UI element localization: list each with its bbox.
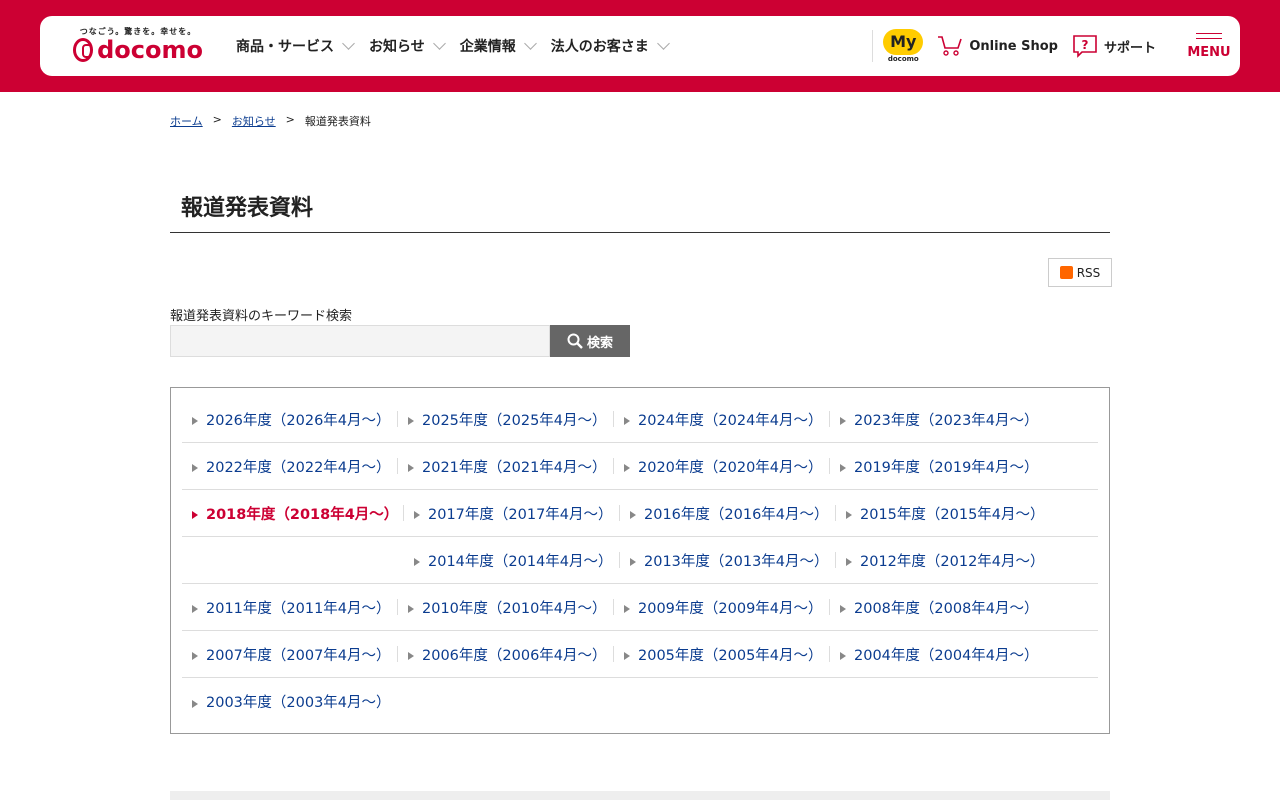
year-link[interactable]: 2010年度（2010年4月～） (398, 599, 614, 617)
rss-button[interactable]: RSS (1048, 258, 1112, 287)
cart-icon (938, 36, 963, 56)
year-link[interactable]: 2013年度（2013年4月～） (620, 552, 836, 570)
year-list: 2026年度（2026年4月～） 2025年度（2025年4月～） 2024年度（2… (170, 387, 1110, 734)
breadcrumb: ホーム > お知らせ > 報道発表資料 (170, 113, 371, 129)
year-row: 2026年度（2026年4月～） 2025年度（2025年4月～） 2024年度（2… (182, 396, 1098, 443)
year-row: 2022年度（2022年4月～） 2021年度（2021年4月～） 2020年度（2… (182, 443, 1098, 490)
year-link[interactable]: 2007年度（2007年4月～） (182, 646, 398, 664)
year-row: 2007年度（2007年4月～） 2006年度（2006年4月～） 2005年度（2… (182, 631, 1098, 678)
year-link[interactable]: 2014年度（2014年4月～） (404, 552, 620, 570)
year-link[interactable]: 2019年度（2019年4月～） (830, 458, 1046, 476)
chevron-down-icon (432, 37, 446, 50)
chevron-down-icon (523, 37, 537, 50)
nav-news[interactable]: お知らせ (369, 36, 446, 56)
chevron-down-icon (656, 37, 670, 50)
search-icon (567, 333, 583, 349)
search-input[interactable] (170, 325, 550, 357)
year-link[interactable]: 2005年度（2005年4月～） (614, 646, 830, 664)
year-link[interactable]: 2022年度（2022年4月～） (182, 458, 398, 476)
online-shop-link[interactable]: Online Shop (937, 35, 1058, 57)
year-link[interactable]: 2021年度（2021年4月～） (398, 458, 614, 476)
year-link[interactable]: 2011年度（2011年4月～） (182, 599, 398, 617)
year-link[interactable]: 2009年度（2009年4月～） (614, 599, 830, 617)
rss-icon (1059, 266, 1073, 279)
my-docomo-link[interactable]: My docomo (883, 29, 924, 63)
global-nav: 商品・サービス お知らせ 企業情報 法人のお客さま (236, 16, 670, 76)
breadcrumb-news[interactable]: お知らせ (232, 113, 276, 129)
year-link[interactable]: 2017年度（2017年4月～） (404, 505, 620, 523)
menu-button[interactable]: MENU (1178, 32, 1240, 60)
year-row: 2003年度（2003年4月～） (182, 678, 1098, 725)
docomo-ring-icon (73, 38, 94, 62)
page-title: 報道発表資料 (170, 190, 1110, 233)
year-row: 2011年度（2011年4月～） 2010年度（2010年4月～） 2009年度（2… (182, 584, 1098, 631)
chevron-down-icon (342, 37, 355, 50)
footer-band (170, 791, 1110, 800)
svg-text:?: ? (1082, 38, 1089, 52)
year-link[interactable]: 2012年度（2012年4月～） (836, 552, 1052, 570)
search-label: 報道発表資料のキーワード検索 (170, 309, 353, 324)
year-link[interactable]: 2004年度（2004年4月～） (830, 646, 1046, 664)
docomo-logo[interactable]: つなごう。驚きを。幸せを。 docomo (73, 26, 203, 63)
year-link[interactable]: 2025年度（2025年4月～） (398, 411, 614, 429)
year-row: 2014年度（2014年4月～） 2013年度（2013年4月～） 2012年度（2… (182, 537, 1098, 584)
nav-corporate[interactable]: 企業情報 (460, 36, 537, 56)
site-header: つなごう。驚きを。幸せを。 docomo 商品・サービス お知らせ 企業情報 法… (0, 0, 1280, 92)
year-link[interactable]: 2006年度（2006年4月～） (398, 646, 614, 664)
divider (872, 30, 874, 62)
breadcrumb-current: 報道発表資料 (304, 115, 371, 128)
year-link[interactable]: 2024年度（2024年4月～） (614, 411, 830, 429)
help-icon: ? (1073, 35, 1097, 58)
year-link[interactable]: 2003年度（2003年4月～） (182, 694, 398, 711)
year-link[interactable]: 2023年度（2023年4月～） (830, 411, 1046, 429)
nav-business[interactable]: 法人のお客さま (551, 36, 670, 56)
brand-name: docomo (97, 36, 203, 64)
year-link[interactable]: 2008年度（2008年4月～） (830, 599, 1046, 617)
year-link[interactable]: 2026年度（2026年4月～） (182, 411, 398, 429)
year-link[interactable]: 2015年度（2015年4月～） (836, 505, 1052, 523)
header-bar: つなごう。驚きを。幸せを。 docomo 商品・サービス お知らせ 企業情報 法… (40, 16, 1240, 76)
nav-products[interactable]: 商品・サービス (236, 36, 355, 56)
year-link[interactable]: 2016年度（2016年4月～） (620, 505, 836, 523)
search-button[interactable]: 検索 (550, 325, 630, 357)
year-link[interactable]: 2020年度（2020年4月～） (614, 458, 830, 476)
year-link[interactable]: 2018年度（2018年4月～） (182, 505, 404, 523)
hamburger-icon (1196, 32, 1222, 39)
year-row: 2018年度（2018年4月～） 2017年度（2017年4月～） 2016年度（2… (182, 490, 1098, 537)
support-link[interactable]: ? サポート (1072, 34, 1156, 58)
breadcrumb-home[interactable]: ホーム (170, 113, 203, 129)
